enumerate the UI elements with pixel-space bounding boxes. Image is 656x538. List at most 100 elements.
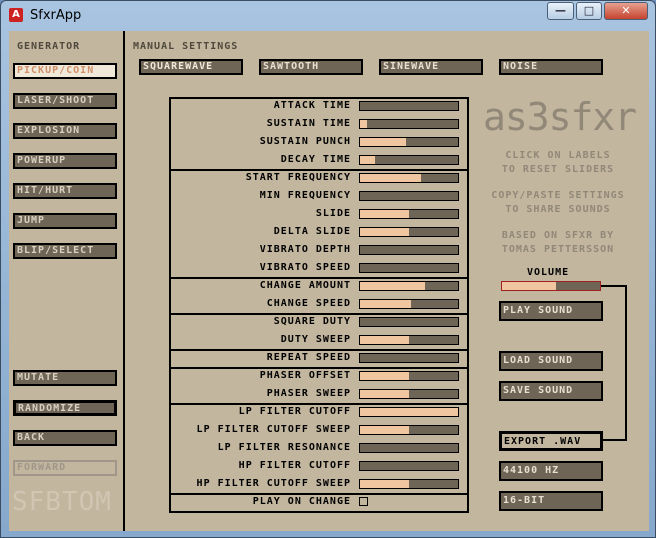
generator-hit-hurt-button[interactable]: HIT/HURT <box>13 183 117 199</box>
window-title: SfxrApp <box>30 8 82 23</box>
slider-label-vibrato-speed[interactable]: VIBRATO SPEED <box>260 262 351 273</box>
slider-label-duty-sweep[interactable]: DUTY SWEEP <box>281 334 351 345</box>
slider-label-phaser-sweep[interactable]: PHASER SWEEP <box>267 388 351 399</box>
slider-row-min-frequency: MIN FREQUENCY <box>169 188 469 206</box>
slider-lp-filter-cutoff-sweep[interactable] <box>359 425 459 435</box>
volume-slider[interactable] <box>501 281 601 291</box>
load-sound-button[interactable]: LOAD SOUND <box>499 351 603 371</box>
slider-label-min-frequency[interactable]: MIN FREQUENCY <box>260 190 351 201</box>
title-bar[interactable]: A SfxrApp — □ ✕ <box>1 1 655 31</box>
generator-powerup-button[interactable]: POWERUP <box>13 153 117 169</box>
slider-row-duty-sweep: DUTY SWEEP <box>169 332 469 350</box>
slider-phaser-offset[interactable] <box>359 371 459 381</box>
volume-label: VOLUME <box>527 267 570 278</box>
slider-hp-filter-cutoff[interactable] <box>359 461 459 471</box>
slider-sustain-punch[interactable] <box>359 137 459 147</box>
slider-vibrato-speed[interactable] <box>359 263 459 273</box>
slider-label-start-frequency[interactable]: START FREQUENCY <box>246 172 351 183</box>
back-button[interactable]: BACK <box>13 430 117 446</box>
volume-export-wire-side <box>625 285 627 441</box>
slider-row-phaser-offset: PHASER OFFSET <box>169 368 469 386</box>
sample-rate-button[interactable]: 44100 HZ <box>499 461 603 481</box>
slider-hp-filter-cutoff-sweep[interactable] <box>359 479 459 489</box>
slider-label-lp-filter-resonance[interactable]: LP FILTER RESONANCE <box>218 442 351 453</box>
slider-label-decay-time[interactable]: DECAY TIME <box>281 154 351 165</box>
slider-label-change-amount[interactable]: CHANGE AMOUNT <box>260 280 351 291</box>
slider-lp-filter-cutoff[interactable] <box>359 407 459 417</box>
hint-reset-sliders-line2: TO RESET SLIDERS <box>501 164 615 175</box>
slider-row-lp-filter-resonance: LP FILTER RESONANCE <box>169 440 469 458</box>
slider-duty-sweep[interactable] <box>359 335 459 345</box>
waveform-noise-button[interactable]: NOISE <box>499 59 603 75</box>
play-sound-button[interactable]: PLAY SOUND <box>499 301 603 321</box>
slider-fill-change-speed <box>360 300 411 308</box>
slider-label-lp-filter-cutoff-sweep[interactable]: LP FILTER CUTOFF SWEEP <box>197 424 351 435</box>
play-on-change-label[interactable]: PLAY ON CHANGE <box>253 496 351 507</box>
play-on-change-checkbox[interactable] <box>359 497 368 506</box>
waveform-squarewave-button[interactable]: SQUAREWAVE <box>139 59 243 75</box>
hint-share-line1: COPY/PASTE SETTINGS <box>491 190 625 201</box>
slider-row-hp-filter-cutoff: HP FILTER CUTOFF <box>169 458 469 476</box>
generator-laser-shoot-button[interactable]: LASER/SHOOT <box>13 93 117 109</box>
app-client-area: GENERATOR PICKUP/COIN LASER/SHOOT EXPLOS… <box>9 31 649 531</box>
slider-min-frequency[interactable] <box>359 191 459 201</box>
forward-button[interactable]: FORWARD <box>13 460 117 476</box>
generator-blip-select-button[interactable]: BLIP/SELECT <box>13 243 117 259</box>
randomize-button[interactable]: RANDOMIZE <box>13 400 117 416</box>
slider-slide[interactable] <box>359 209 459 219</box>
slider-phaser-sweep[interactable] <box>359 389 459 399</box>
slider-label-lp-filter-cutoff[interactable]: LP FILTER CUTOFF <box>239 406 351 417</box>
slider-change-amount[interactable] <box>359 281 459 291</box>
slider-start-frequency[interactable] <box>359 173 459 183</box>
slider-label-square-duty[interactable]: SQUARE DUTY <box>274 316 351 327</box>
slider-row-lp-filter-cutoff-sweep: LP FILTER CUTOFF SWEEP <box>169 422 469 440</box>
slider-lp-filter-resonance[interactable] <box>359 443 459 453</box>
maximize-button[interactable]: □ <box>576 2 602 20</box>
slider-label-sustain-time[interactable]: SUSTAIN TIME <box>267 118 351 129</box>
slider-square-duty[interactable] <box>359 317 459 327</box>
app-logo: as3sfxr <box>483 95 637 139</box>
slider-label-slide[interactable]: SLIDE <box>316 208 351 219</box>
slider-label-hp-filter-cutoff-sweep[interactable]: HP FILTER CUTOFF SWEEP <box>197 478 351 489</box>
slider-repeat-speed[interactable] <box>359 353 459 363</box>
slider-sustain-time[interactable] <box>359 119 459 129</box>
slider-label-change-speed[interactable]: CHANGE SPEED <box>267 298 351 309</box>
slider-fill-duty-sweep <box>360 336 409 344</box>
slider-row-sustain-punch: SUSTAIN PUNCH <box>169 134 469 152</box>
waveform-sawtooth-button[interactable]: SAWTOOTH <box>259 59 363 75</box>
export-wav-button[interactable]: EXPORT .WAV <box>499 431 603 451</box>
slider-delta-slide[interactable] <box>359 227 459 237</box>
slider-label-hp-filter-cutoff[interactable]: HP FILTER CUTOFF <box>239 460 351 471</box>
slider-label-sustain-punch[interactable]: SUSTAIN PUNCH <box>260 136 351 147</box>
slider-row-vibrato-speed: VIBRATO SPEED <box>169 260 469 278</box>
generator-jump-button[interactable]: JUMP <box>13 213 117 229</box>
slider-decay-time[interactable] <box>359 155 459 165</box>
slider-attack-time[interactable] <box>359 101 459 111</box>
save-sound-button[interactable]: SAVE SOUND <box>499 381 603 401</box>
credit-line2: TOMAS PETTERSSON <box>501 244 615 255</box>
slider-label-attack-time[interactable]: ATTACK TIME <box>274 100 351 111</box>
slider-fill-lp-filter-cutoff-sweep <box>360 426 409 434</box>
volume-export-wire-bottom <box>603 439 627 441</box>
generator-pickup-coin-button[interactable]: PICKUP/COIN <box>13 63 117 79</box>
slider-fill-start-frequency <box>360 174 421 182</box>
slider-change-speed[interactable] <box>359 299 459 309</box>
slider-label-phaser-offset[interactable]: PHASER OFFSET <box>260 370 351 381</box>
bit-depth-button[interactable]: 16-BIT <box>499 491 603 511</box>
generator-explosion-button[interactable]: EXPLOSION <box>13 123 117 139</box>
waveform-sinewave-button[interactable]: SINEWAVE <box>379 59 483 75</box>
mutate-button[interactable]: MUTATE <box>13 370 117 386</box>
play-on-change-row[interactable]: PLAY ON CHANGE <box>169 494 469 512</box>
slider-label-repeat-speed[interactable]: REPEAT SPEED <box>267 352 351 363</box>
minimize-button[interactable]: — <box>547 2 574 20</box>
watermark-logo: SFBTOM <box>12 487 112 517</box>
hint-share-line2: TO SHARE SOUNDS <box>505 204 611 215</box>
slider-row-sustain-time: SUSTAIN TIME <box>169 116 469 134</box>
slider-fill-phaser-sweep <box>360 390 409 398</box>
slider-fill-hp-filter-cutoff-sweep <box>360 480 409 488</box>
slider-label-delta-slide[interactable]: DELTA SLIDE <box>274 226 351 237</box>
credit-line1: BASED ON SFXR BY <box>501 230 615 241</box>
slider-vibrato-depth[interactable] <box>359 245 459 255</box>
close-button[interactable]: ✕ <box>604 2 648 20</box>
slider-label-vibrato-depth[interactable]: VIBRATO DEPTH <box>260 244 351 255</box>
